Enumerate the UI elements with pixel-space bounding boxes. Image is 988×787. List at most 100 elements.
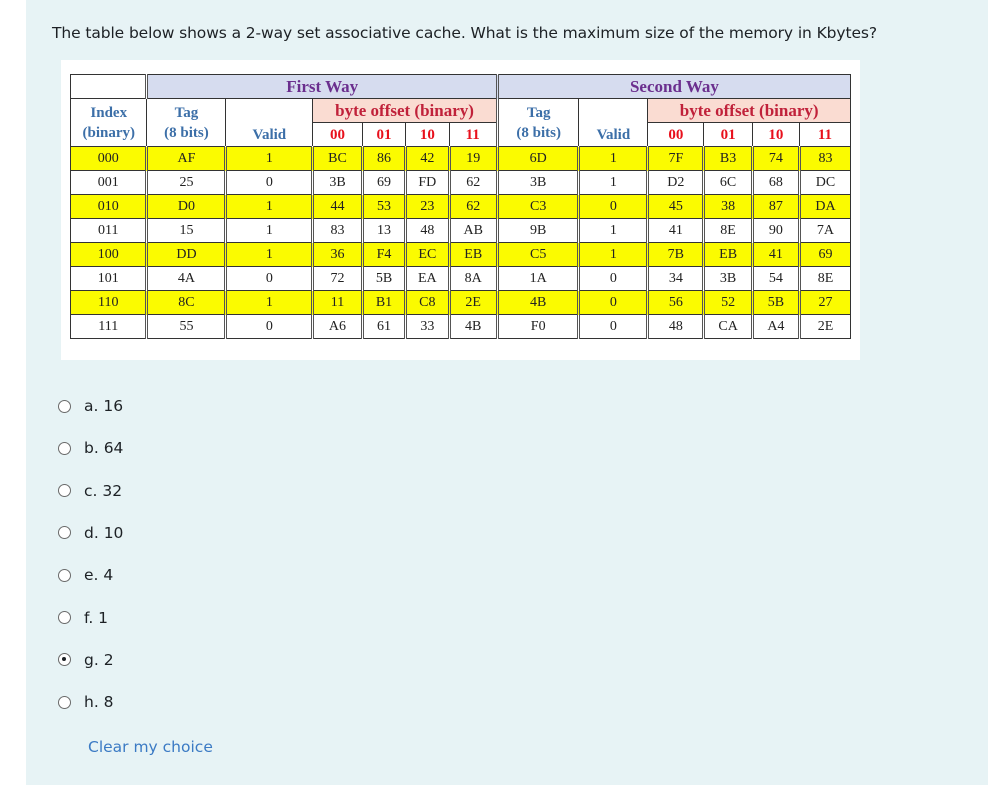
w1-tag-cell: 25 xyxy=(145,170,227,195)
w2-tag-cell: 1A xyxy=(495,266,580,291)
w2-tag-cell: 9B xyxy=(495,218,580,243)
answer-option-label: c. 32 xyxy=(84,481,123,500)
radio-unchecked-icon[interactable] xyxy=(58,484,71,498)
answer-option-label: d. 10 xyxy=(84,523,124,542)
cache-row: 001 25 0 3B 69 FD 62 3B 1 D2 6C 68 DC xyxy=(69,170,852,195)
w2-tag-cell: C3 xyxy=(495,194,580,219)
w1-byte-cell: 72 xyxy=(311,266,363,291)
w2-tag-cell: F0 xyxy=(495,314,580,339)
w2-byte-cell: 69 xyxy=(797,242,852,267)
w2-byte-cell: 7B xyxy=(646,242,705,267)
cache-row: 101 4A 0 72 5B EA 8A 1A 0 34 3B 54 8E xyxy=(69,266,852,291)
w1-byte-cell: EA xyxy=(404,266,450,291)
w1-byte-cell: 3B xyxy=(311,170,363,195)
cache-row: 011 15 1 83 13 48 AB 9B 1 41 8E 90 7A xyxy=(69,218,852,243)
w1-valid-cell: 0 xyxy=(224,170,314,195)
w1-valid-cell: 0 xyxy=(224,266,314,291)
answer-option[interactable]: e. 4 xyxy=(58,563,113,587)
w1-byte-cell: 61 xyxy=(360,314,407,339)
radio-unchecked-icon[interactable] xyxy=(58,568,71,582)
w2-byte-cell: 5B xyxy=(750,290,800,315)
cache-table-body: 000 AF 1 BC 86 42 19 6D 1 7F B3 74 83 001 25 0 3B 69 FD 62 3… xyxy=(69,146,852,339)
w1-tag-header-line2: (8 bits) xyxy=(164,124,209,141)
w2-offset-01: 01 xyxy=(703,122,753,147)
answer-option[interactable]: f. 1 xyxy=(58,606,108,630)
w2-byte-cell: 34 xyxy=(646,266,705,291)
cache-row: 111 55 0 A6 61 33 4B F0 0 48 CA A4 2E xyxy=(69,314,852,339)
w1-byte-cell: 5B xyxy=(360,266,407,291)
cache-row: 010 D0 1 44 53 23 62 C3 0 45 38 87 DA xyxy=(69,194,852,219)
w2-byte-cell: DA xyxy=(797,194,852,219)
w2-byte-cell: 8E xyxy=(797,266,852,291)
index-cell: 111 xyxy=(69,314,148,339)
w1-valid-cell: 1 xyxy=(224,218,314,243)
w1-tag-header-line1: Tag xyxy=(174,104,199,121)
w1-valid-cell: 1 xyxy=(224,242,314,267)
w1-valid-cell: 1 xyxy=(224,146,314,171)
w2-offset-10: 10 xyxy=(751,122,800,147)
w1-tag-cell: 4A xyxy=(145,266,227,291)
radio-unchecked-icon[interactable] xyxy=(58,399,71,413)
w1-offset-11: 11 xyxy=(448,122,498,147)
w1-byte-cell: 2E xyxy=(447,290,498,315)
w2-byte-cell: 87 xyxy=(750,194,800,219)
radio-unchecked-icon[interactable] xyxy=(58,695,71,709)
radio-unchecked-icon[interactable] xyxy=(58,611,71,624)
w1-byte-cell: 86 xyxy=(360,146,407,171)
w2-valid-cell: 1 xyxy=(577,146,649,171)
answer-option[interactable]: g. 2 xyxy=(58,648,114,672)
clear-choice-link[interactable]: Clear my choice xyxy=(88,738,213,756)
w1-byte-cell: 23 xyxy=(404,194,450,219)
radio-unchecked-icon[interactable] xyxy=(58,441,71,455)
w2-byte-cell: 45 xyxy=(646,194,705,219)
w2-tag-cell: 6D xyxy=(495,146,580,171)
w2-byte-cell: 56 xyxy=(646,290,705,315)
answer-option-label: e. 4 xyxy=(84,566,114,585)
w1-byte-cell: 33 xyxy=(404,314,450,339)
w2-valid-cell: 0 xyxy=(577,314,649,339)
answer-option[interactable]: d. 10 xyxy=(58,521,123,545)
w1-byte-cell: 4B xyxy=(447,314,498,339)
w2-tag-cell: 4B xyxy=(495,290,580,315)
cache-row: 000 AF 1 BC 86 42 19 6D 1 7F B3 74 83 xyxy=(69,146,852,171)
w1-byte-cell: AB xyxy=(447,218,498,243)
index-header-line2: (binary) xyxy=(82,124,135,141)
w1-valid-cell: 1 xyxy=(224,290,314,315)
w2-byte-cell: B3 xyxy=(702,146,753,171)
answer-option[interactable]: c. 32 xyxy=(58,479,122,503)
w1-byte-cell: 62 xyxy=(447,170,498,195)
w2-byte-cell: 68 xyxy=(750,170,800,195)
w2-tag-header-line2: (8 bits) xyxy=(516,124,561,141)
cache-table: First Way Second Way Index (binary) Tag … xyxy=(69,74,852,339)
w2-byte-cell: 6C xyxy=(702,170,753,195)
question-text: The table below shows a 2-way set associ… xyxy=(52,24,877,42)
w1-byte-offset-header: byte offset (binary) xyxy=(312,98,498,123)
w2-byte-cell: 2E xyxy=(797,314,852,339)
cache-row: 100 DD 1 36 F4 EC EB C5 1 7B EB 41 69 xyxy=(69,242,852,267)
w2-byte-cell: 41 xyxy=(750,242,800,267)
cache-row: 110 8C 1 11 B1 C8 2E 4B 0 56 52 5B 27 xyxy=(69,290,852,315)
cache-table-image: First Way Second Way Index (binary) Tag … xyxy=(61,60,860,360)
w1-valid-cell: 0 xyxy=(224,314,314,339)
answer-option[interactable]: a. 16 xyxy=(58,394,123,418)
w1-byte-cell: 53 xyxy=(360,194,407,219)
w2-valid-cell: 1 xyxy=(577,218,649,243)
radio-checked-icon[interactable] xyxy=(58,653,71,667)
answer-option[interactable]: b. 64 xyxy=(58,436,123,460)
w2-tag-header-line1: Tag xyxy=(526,104,551,121)
w2-tag-cell: 3B xyxy=(495,170,580,195)
w1-offset-10: 10 xyxy=(405,122,450,147)
second-way-header: Second Way xyxy=(495,74,852,99)
answer-option[interactable]: h. 8 xyxy=(58,690,114,714)
w1-byte-cell: EC xyxy=(404,242,450,267)
w2-byte-cell: 7F xyxy=(646,146,705,171)
answer-option-label: f. 1 xyxy=(84,608,109,627)
w2-byte-cell: 3B xyxy=(702,266,753,291)
w2-byte-cell: 90 xyxy=(750,218,800,243)
w1-tag-cell: 15 xyxy=(145,218,227,243)
w1-tag-cell: D0 xyxy=(145,194,227,219)
radio-unchecked-icon[interactable] xyxy=(58,526,71,540)
w1-byte-cell: BC xyxy=(311,146,363,171)
w2-byte-cell: 41 xyxy=(646,218,705,243)
w1-valid-cell: 1 xyxy=(224,194,314,219)
